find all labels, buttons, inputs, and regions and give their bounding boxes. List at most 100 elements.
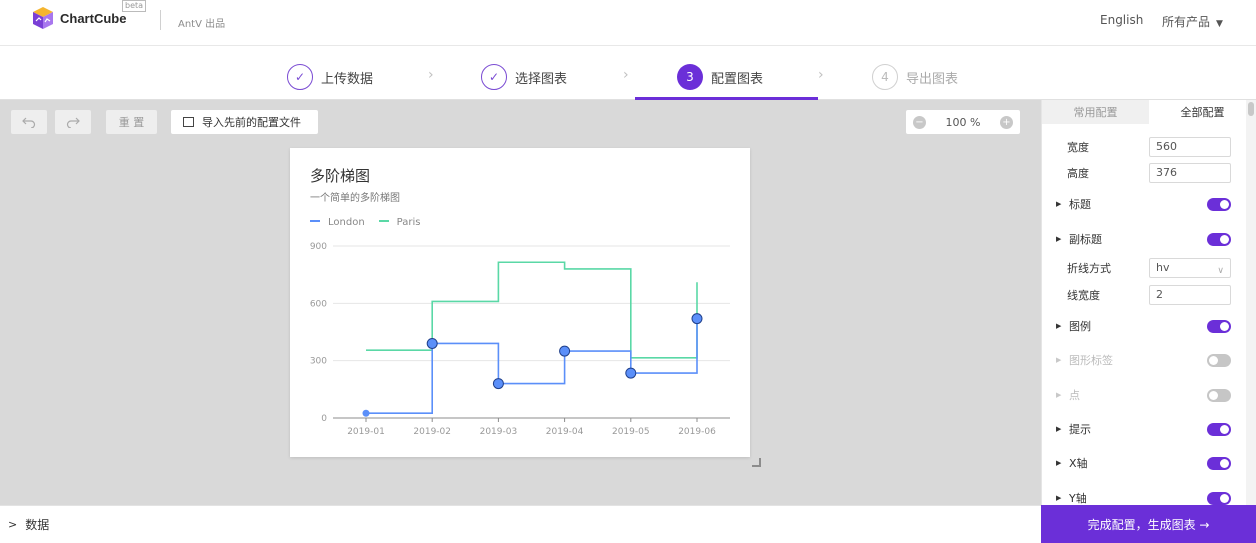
title-toggle[interactable] [1207, 197, 1231, 211]
x-axis-toggle[interactable] [1207, 456, 1231, 470]
resize-handle[interactable] [752, 458, 761, 467]
legend-label: Paris [396, 217, 421, 228]
legend-item-paris[interactable]: Paris [378, 217, 421, 228]
title-section[interactable]: ▶ 标题 [1056, 193, 1256, 215]
step-label: 导出图表 [906, 71, 959, 87]
step-select-chart[interactable]: ✓ 选择图表 [481, 64, 567, 90]
step-number: 4 [872, 64, 898, 90]
subtitle-section[interactable]: ▶ 副标题 [1056, 228, 1256, 250]
data-point [625, 367, 637, 379]
data-point [426, 337, 438, 349]
x-tick-label: 2019-04 [546, 427, 584, 437]
legend-section[interactable]: ▶ 图例 [1056, 315, 1256, 337]
chart-canvas-area: 重 置 导入先前的配置文件 − 100 % + 0 300 600 900 2019-0… [0, 100, 1041, 505]
width-input[interactable]: 560 [1149, 137, 1231, 157]
scrollbar-thumb[interactable] [1248, 102, 1254, 116]
x-tick-label: 2019-03 [480, 427, 518, 437]
config-scrollbar[interactable] [1246, 100, 1256, 505]
legend-toggle[interactable] [1207, 319, 1231, 333]
x-tick-label: 2019-02 [413, 427, 451, 437]
import-config-label: 导入先前的配置文件 [202, 116, 301, 129]
brand-name: ChartCube [60, 10, 127, 26]
logo[interactable]: ChartCube [32, 6, 126, 30]
step-export-chart[interactable]: 4 导出图表 [872, 64, 958, 90]
step-number: 3 [677, 64, 703, 90]
x-tick-label: 2019-05 [612, 427, 650, 437]
tab-all-config[interactable]: 全部配置 [1149, 100, 1256, 124]
line-width-row: 线宽度 2 [1067, 284, 1256, 306]
legend-label: London [328, 217, 365, 228]
chevron-right-icon: › [623, 67, 629, 83]
line-width-input[interactable]: 2 [1149, 285, 1231, 305]
y-tick-label: 900 [310, 242, 327, 252]
line-width-label: 线宽度 [1067, 289, 1100, 302]
caret-right-icon: ▶ [1056, 200, 1062, 208]
reset-button[interactable]: 重 置 [106, 110, 157, 134]
caret-right-icon: ▶ [1056, 322, 1062, 330]
zoom-value: 100 % [945, 115, 981, 129]
y-tick-label: 600 [310, 299, 327, 309]
zoom-out-button[interactable]: − [913, 115, 926, 129]
point-section[interactable]: ▶ 点 [1056, 384, 1256, 406]
tab-common-config[interactable]: 常用配置 [1042, 100, 1149, 124]
step-upload-data[interactable]: ✓ 上传数据 [287, 64, 373, 90]
data-panel-toggle[interactable]: > 数据 [0, 505, 1041, 543]
config-tabs: 常用配置 全部配置 [1042, 100, 1256, 124]
y-tick-label: 300 [310, 357, 327, 367]
caret-right-icon: ▶ [1056, 235, 1062, 243]
import-icon [183, 117, 194, 127]
check-icon: ✓ [481, 64, 507, 90]
point-toggle[interactable] [1207, 388, 1231, 402]
caret-right-icon: ▶ [1056, 391, 1062, 399]
height-label: 高度 [1067, 167, 1089, 180]
chart-legend: London Paris [310, 217, 434, 228]
y-axis-section[interactable]: ▶ Y轴 [1056, 487, 1256, 505]
caret-right-icon: ▶ [1056, 356, 1062, 364]
caret-right-icon: ▶ [1056, 494, 1062, 502]
y-axis-toggle[interactable] [1207, 491, 1231, 505]
y-tick-label: 0 [321, 414, 327, 424]
import-config-button[interactable]: 导入先前的配置文件 [171, 110, 318, 134]
data-panel-label: 数据 [25, 518, 50, 532]
zoom-control: − 100 % + [906, 110, 1020, 134]
legend-section-label: 图例 [1069, 320, 1091, 333]
tooltip-section[interactable]: ▶ 提示 [1056, 418, 1256, 440]
x-axis-section[interactable]: ▶ X轴 [1056, 452, 1256, 474]
x-tick-label: 2019-01 [347, 427, 385, 437]
chart-card: 0 300 600 900 2019-01 2019-02 2019-03 2019-04 20… [290, 148, 750, 457]
step-label: 选择图表 [515, 71, 568, 87]
x-axis-section-label: X轴 [1069, 457, 1088, 470]
data-point [362, 409, 370, 417]
height-input[interactable]: 376 [1149, 163, 1231, 183]
label-toggle[interactable] [1207, 353, 1231, 367]
tooltip-section-label: 提示 [1069, 423, 1091, 436]
redo-button[interactable] [55, 110, 91, 134]
top-header: ChartCube beta AntV 出品 English 所有产品 ▼ [0, 0, 1256, 46]
data-point [492, 378, 504, 390]
caret-right-icon: ▶ [1056, 425, 1062, 433]
header-divider [160, 10, 161, 30]
config-panel: 常用配置 全部配置 宽度 560 高度 376 ▶ 标题 ▶ 副标题 折线方式 … [1041, 100, 1256, 505]
legend-item-london[interactable]: London [310, 217, 365, 228]
zoom-in-button[interactable]: + [999, 115, 1013, 129]
chevron-right-icon: › [818, 67, 824, 83]
language-switch[interactable]: English [1100, 13, 1143, 27]
products-menu-label: 所有产品 [1162, 15, 1211, 29]
legend-symbol [310, 219, 320, 226]
caret-right-icon: ▶ [1056, 459, 1062, 467]
title-section-label: 标题 [1069, 198, 1091, 211]
step-configure-chart[interactable]: 3 配置图表 [677, 64, 763, 90]
step-type-select[interactable]: hv ∨ [1149, 258, 1231, 278]
width-row: 宽度 560 [1067, 136, 1256, 158]
subtitle-toggle[interactable] [1207, 232, 1231, 246]
antv-credit: AntV 出品 [178, 19, 226, 30]
beta-badge: beta [122, 0, 147, 12]
tooltip-toggle[interactable] [1207, 422, 1231, 436]
finish-config-button[interactable]: 完成配置，生成图表 → [1041, 505, 1256, 543]
step-type-label: 折线方式 [1067, 262, 1111, 275]
chevron-right-icon: > [8, 518, 18, 531]
redo-icon [66, 117, 80, 128]
undo-button[interactable] [11, 110, 47, 134]
products-menu[interactable]: 所有产品 ▼ [1162, 13, 1223, 30]
label-section[interactable]: ▶ 图形标签 [1056, 349, 1256, 371]
